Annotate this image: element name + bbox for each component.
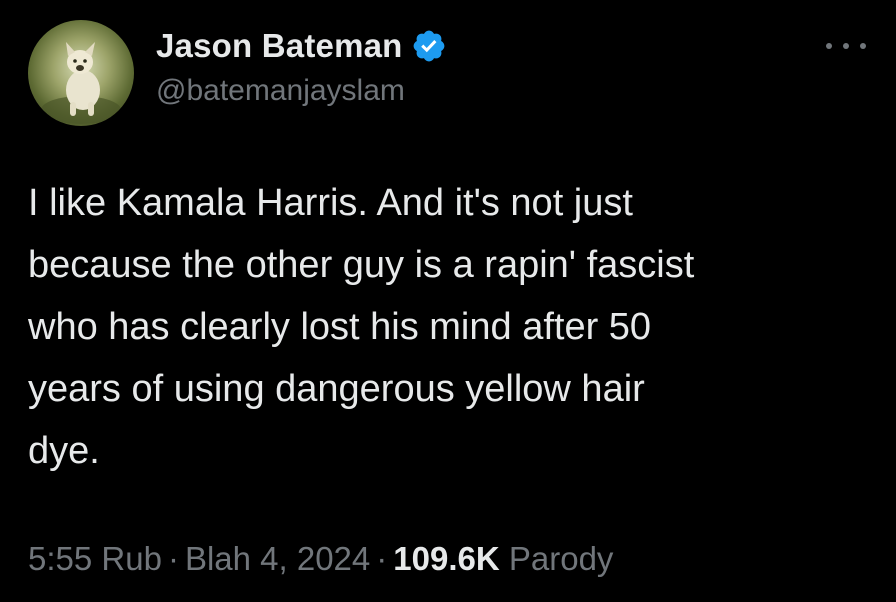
more-dot (826, 43, 832, 49)
dog-avatar-icon (41, 42, 121, 124)
more-dot (860, 43, 866, 49)
tweet-card: Jason Bateman @batemanjayslam I like Kam… (0, 0, 896, 602)
verified-badge-icon[interactable] (411, 28, 447, 64)
tweet-date[interactable]: Blah 4, 2024 (185, 540, 370, 577)
author-handle[interactable]: @batemanjayslam (156, 74, 447, 108)
tweet-time[interactable]: 5:55 Rub (28, 540, 162, 577)
avatar[interactable] (28, 20, 134, 126)
tweet-text: I like Kamala Harris. And it's not just … (28, 182, 695, 472)
parody-label: Parody (508, 540, 614, 577)
meta-separator: · (167, 540, 179, 577)
tweet-header: Jason Bateman @batemanjayslam (156, 24, 447, 108)
more-dot (843, 43, 849, 49)
meta-separator: · (376, 540, 388, 577)
more-options-icon[interactable] (826, 36, 866, 56)
view-count: 109.6K (393, 540, 500, 577)
tweet-meta: 5:55 Rub · Blah 4, 2024 · 109.6K Parody (28, 540, 613, 578)
author-display-name[interactable]: Jason Bateman (156, 27, 403, 65)
name-row: Jason Bateman (156, 24, 447, 68)
